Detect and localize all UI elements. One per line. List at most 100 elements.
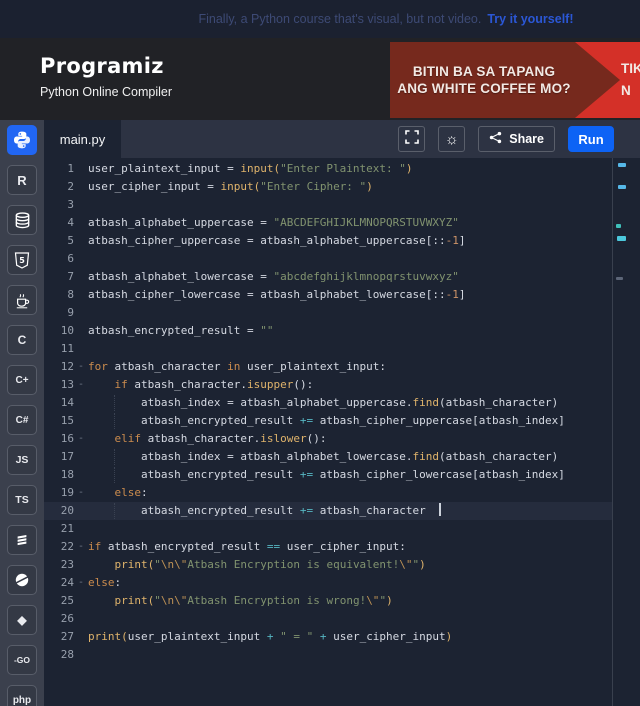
sidebar-item-php[interactable]: php — [7, 685, 37, 706]
promo-link[interactable]: Try it yourself! — [487, 12, 573, 26]
tab-main-py[interactable]: main.py — [44, 120, 121, 158]
line-number: 5 — [44, 232, 74, 250]
fullscreen-icon — [405, 130, 419, 149]
programiz-logo[interactable]: Programiz — [40, 54, 164, 78]
code-line-3[interactable]: 3 — [44, 196, 612, 214]
code-line-22[interactable]: 22-if atbash_encrypted_result == user_ci… — [44, 538, 612, 556]
share-button[interactable]: Share — [478, 126, 555, 152]
code-line-21[interactable]: 21 — [44, 520, 612, 538]
code-line-24[interactable]: 24-else: — [44, 574, 612, 592]
line-number: 27 — [44, 628, 74, 646]
code-line-20[interactable]: 20 atbash_encrypted_result += atbash_cha… — [44, 502, 612, 520]
code-line-12[interactable]: 12-for atbash_character in user_plaintex… — [44, 358, 612, 376]
fold-gutter — [74, 214, 88, 232]
csharp-icon: C# — [16, 415, 29, 426]
code-text[interactable]: print(user_plaintext_input + " = " + use… — [88, 628, 452, 646]
code-line-1[interactable]: 1user_plaintext_input = input("Enter Pla… — [44, 160, 612, 178]
sidebar-item-java[interactable] — [7, 285, 37, 315]
code-line-18[interactable]: 18 atbash_encrypted_result += atbash_cip… — [44, 466, 612, 484]
code-text[interactable]: atbash_encrypted_result += atbash_cipher… — [88, 412, 565, 430]
sidebar-item-python[interactable] — [7, 125, 37, 155]
scala-icon — [15, 533, 29, 548]
code-text[interactable]: for atbash_character in user_plaintext_i… — [88, 358, 386, 376]
code-text[interactable]: atbash_cipher_lowercase = atbash_alphabe… — [88, 286, 466, 304]
svg-text:5: 5 — [19, 256, 25, 265]
line-number: 28 — [44, 646, 74, 664]
code-text[interactable]: if atbash_encrypted_result == user_ciphe… — [88, 538, 406, 556]
code-line-19[interactable]: 19- else: — [44, 484, 612, 502]
code-line-6[interactable]: 6 — [44, 250, 612, 268]
fold-marker[interactable]: - — [74, 538, 88, 556]
code-line-27[interactable]: 27 print(user_plaintext_input + " = " + u… — [44, 628, 612, 646]
code-editor[interactable]: 1user_plaintext_input = input("Enter Pla… — [44, 158, 640, 706]
sidebar-item-cpp[interactable]: C+ — [7, 365, 37, 395]
sidebar-item-ruby[interactable]: ◆ — [7, 605, 37, 635]
code-line-4[interactable]: 4atbash_alphabet_uppercase = "ABCDEFGHIJ… — [44, 214, 612, 232]
code-line-28[interactable]: 28 — [44, 646, 612, 664]
code-text[interactable]: print("\n\"Atbash Encryption is equivale… — [88, 556, 426, 574]
code-line-15[interactable]: 15 atbash_encrypted_result += atbash_cip… — [44, 412, 612, 430]
code-line-26[interactable]: 26 — [44, 610, 612, 628]
line-number: 6 — [44, 250, 74, 268]
minimap[interactable] — [613, 158, 640, 706]
code-line-16[interactable]: 16- elif atbash_character.islower(): — [44, 430, 612, 448]
fold-marker[interactable]: - — [74, 430, 88, 448]
code-line-11[interactable]: 11 — [44, 340, 612, 358]
sidebar-item-typescript[interactable]: TS — [7, 485, 37, 515]
sidebar-item-javascript[interactable]: JS — [7, 445, 37, 475]
code-text[interactable]: user_cipher_input = input("Enter Cipher:… — [88, 178, 373, 196]
minimap-mark-4 — [617, 236, 626, 241]
fold-gutter — [74, 610, 88, 628]
code-line-7[interactable]: 7atbash_alphabet_lowercase = "abcdefghij… — [44, 268, 612, 286]
code-line-23[interactable]: 23 print("\n\"Atbash Encryption is equiv… — [44, 556, 612, 574]
code-line-9[interactable]: 9 — [44, 304, 612, 322]
code-line-13[interactable]: 13- if atbash_character.isupper(): — [44, 376, 612, 394]
python-icon — [12, 130, 32, 150]
code-line-17[interactable]: 17 atbash_index = atbash_alphabet_lowerc… — [44, 448, 612, 466]
sidebar-item-swift[interactable] — [7, 565, 37, 595]
fold-gutter — [74, 250, 88, 268]
code-lines: 1user_plaintext_input = input("Enter Pla… — [44, 160, 612, 664]
line-number: 19 — [44, 484, 74, 502]
sidebar-item-c[interactable]: C — [7, 325, 37, 355]
ad-text: BITIN BA SA TAPANG ANG WHITE COFFEE MO? — [390, 63, 578, 97]
sidebar-item-go[interactable]: -GO — [7, 645, 37, 675]
code-line-2[interactable]: 2user_cipher_input = input("Enter Cipher… — [44, 178, 612, 196]
fold-marker[interactable]: - — [74, 574, 88, 592]
code-text[interactable]: else: — [88, 484, 148, 502]
sidebar-item-scala[interactable] — [7, 525, 37, 555]
theme-toggle-button[interactable]: ☼ — [438, 126, 465, 152]
code-line-25[interactable]: 25 print("\n\"Atbash Encryption is wrong… — [44, 592, 612, 610]
minimap-mark-5 — [616, 277, 623, 280]
run-button[interactable]: Run — [568, 126, 614, 152]
code-text[interactable]: elif atbash_character.islower(): — [88, 430, 326, 448]
fold-gutter — [74, 268, 88, 286]
code-text[interactable]: print("\n\"Atbash Encryption is wrong!\"… — [88, 592, 393, 610]
code-text[interactable]: atbash_index = atbash_alphabet_uppercase… — [88, 394, 558, 412]
sidebar-item-sql[interactable] — [7, 205, 37, 235]
r-icon: R — [17, 173, 26, 188]
code-text[interactable]: user_plaintext_input = input("Enter Plai… — [88, 160, 413, 178]
fold-marker[interactable]: - — [74, 484, 88, 502]
fold-marker[interactable]: - — [74, 376, 88, 394]
code-text[interactable]: else: — [88, 574, 121, 592]
ad-banner[interactable]: BITIN BA SA TAPANG ANG WHITE COFFEE MO? … — [390, 42, 640, 118]
code-text[interactable]: atbash_encrypted_result = "" — [88, 322, 273, 340]
sidebar-item-html[interactable]: 5 — [7, 245, 37, 275]
code-line-8[interactable]: 8atbash_cipher_lowercase = atbash_alphab… — [44, 286, 612, 304]
code-text[interactable]: atbash_cipher_uppercase = atbash_alphabe… — [88, 232, 466, 250]
code-text[interactable]: atbash_index = atbash_alphabet_lowercase… — [88, 448, 558, 466]
code-text[interactable]: atbash_encrypted_result += atbash_cipher… — [88, 466, 565, 484]
sidebar-item-r[interactable]: R — [7, 165, 37, 195]
fullscreen-button[interactable] — [398, 126, 425, 152]
code-text[interactable]: atbash_alphabet_lowercase = "abcdefghijk… — [88, 268, 459, 286]
fold-marker[interactable]: - — [74, 358, 88, 376]
code-line-14[interactable]: 14 atbash_index = atbash_alphabet_upperc… — [44, 394, 612, 412]
code-line-5[interactable]: 5 atbash_cipher_uppercase = atbash_alphab… — [44, 232, 612, 250]
code-text[interactable]: atbash_encrypted_result += atbash_charac… — [88, 502, 441, 520]
code-text[interactable]: if atbash_character.isupper(): — [88, 376, 313, 394]
fold-gutter — [74, 340, 88, 358]
sidebar-item-csharp[interactable]: C# — [7, 405, 37, 435]
code-text[interactable]: atbash_alphabet_uppercase = "ABCDEFGHIJK… — [88, 214, 459, 232]
code-line-10[interactable]: 10atbash_encrypted_result = "" — [44, 322, 612, 340]
